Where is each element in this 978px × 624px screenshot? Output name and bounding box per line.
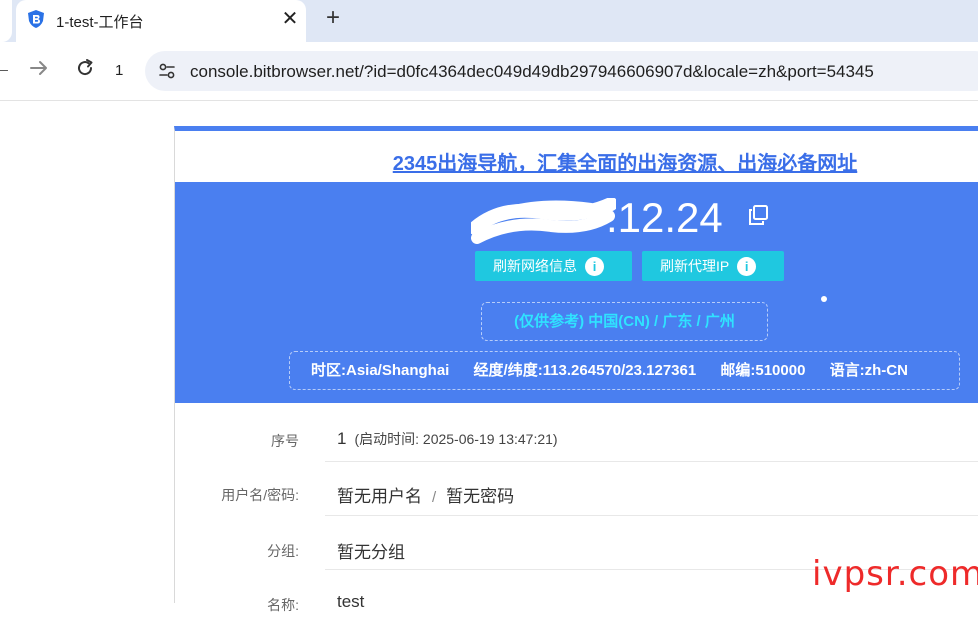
name-label: 名称: [267, 597, 299, 613]
seq-label: 序号 [271, 433, 299, 449]
username-value: 暂无用户名 [337, 487, 422, 506]
address-bar[interactable]: console.bitbrowser.net/?id=d0fc4364dec04… [145, 51, 978, 91]
network-meta: 时区:Asia/Shanghai 经度/纬度:113.264570/23.127… [289, 351, 960, 390]
password-value: 暂无密码 [446, 487, 515, 506]
previous-tab[interactable] [0, 0, 12, 42]
refresh-network-info-label: 刷新网络信息 [493, 258, 577, 274]
timezone: 时区:Asia/Shanghai [311, 362, 450, 379]
credentials-value: 暂无用户名 / 暂无密码 [337, 482, 514, 507]
seq-value-group: 1 (启动时间: 2025-06-19 13:47:21) [337, 429, 558, 449]
group-value: 暂无分组 [337, 543, 405, 562]
url-text[interactable]: console.bitbrowser.net/?id=d0fc4364dec04… [190, 62, 874, 82]
coordinates: 经度/纬度:113.264570/23.127361 [473, 362, 697, 379]
postal-code: 邮编:510000 [720, 362, 806, 379]
language: 语言:zh-CN [829, 362, 908, 379]
promo-link[interactable]: 2345出海导航，汇集全面的出海资源、出海必备网址 [175, 147, 978, 176]
site-settings-icon[interactable] [157, 61, 177, 81]
geo-location: (仅供参考) 中国(CN) / 广东 / 广州 [481, 302, 768, 341]
refresh-proxy-ip-button[interactable]: 刷新代理IP i [642, 251, 784, 281]
close-tab-icon[interactable]: ✕ [278, 7, 302, 31]
credentials-label: 用户名/密码: [221, 487, 299, 503]
info-icon[interactable]: i [585, 256, 604, 276]
info-icon[interactable]: i [737, 256, 757, 276]
network-info-banner: .12.24 刷新网络信息 i 刷新代理IP i (仅供参考) 中国(CN) / 广… [175, 182, 978, 403]
decorative-dot [821, 296, 827, 302]
redacted-ip-scribble [471, 198, 616, 244]
reload-icon[interactable] [74, 57, 96, 79]
row-seq: 序号 1 (启动时间: 2025-06-19 13:47:21) [175, 408, 978, 462]
ip-address: .12.24 [606, 194, 723, 241]
name-value: test [337, 592, 365, 611]
refresh-proxy-ip-label: 刷新代理IP [660, 258, 730, 274]
toolbar-divider [0, 100, 978, 101]
credentials-separator: / [432, 489, 437, 506]
profile-workbench-panel: 2345出海导航，汇集全面的出海资源、出海必备网址 .12.24 刷新网络信息 i… [174, 126, 978, 613]
back-arrow-icon[interactable]: ← [0, 57, 12, 80]
tab-strip: 1-test-工作台 ✕ + [0, 0, 978, 42]
copy-icon[interactable] [747, 204, 769, 226]
seq-value: 1 [337, 429, 347, 448]
row-credentials: 用户名/密码: 暂无用户名 / 暂无密码 [175, 462, 978, 516]
bitbrowser-logo-icon [28, 10, 44, 28]
browser-toolbar: ← 1 console.bitbrowser.net/?id=d0fc4364d… [0, 42, 978, 100]
forward-arrow-icon[interactable] [28, 57, 50, 79]
promo-link-text[interactable]: 2345出海导航，汇集全面的出海资源、出海必备网址 [393, 153, 858, 175]
group-label: 分组: [267, 543, 299, 559]
active-tab[interactable]: 1-test-工作台 ✕ [16, 0, 306, 42]
site-watermark: ivpsr.com [812, 554, 978, 594]
new-tab-button[interactable]: + [320, 5, 346, 31]
tab-title: 1-test-工作台 [56, 14, 144, 31]
start-time: (启动时间: 2025-06-19 13:47:21) [354, 431, 558, 447]
refresh-network-info-button[interactable]: 刷新网络信息 i [475, 251, 632, 281]
tab-count[interactable]: 1 [115, 62, 123, 79]
